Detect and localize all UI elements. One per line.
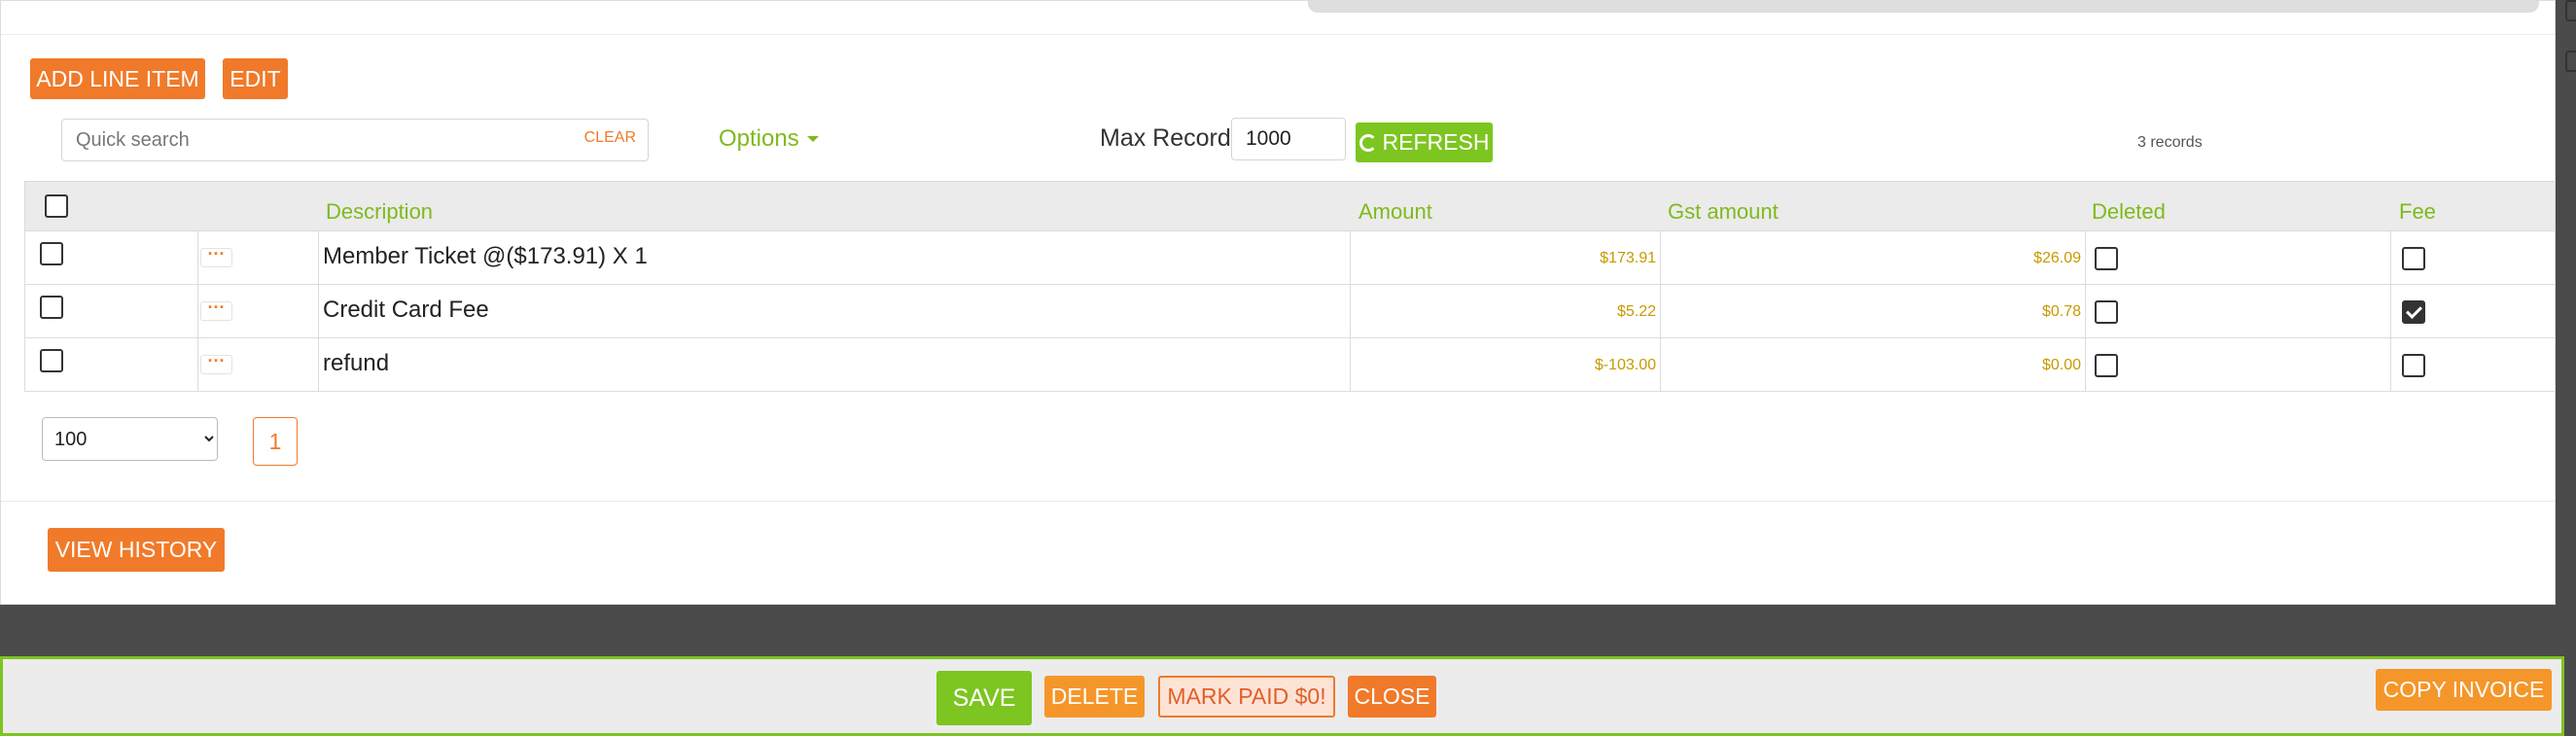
row-amount: $173.91 (1600, 250, 1656, 266)
side-tab-icon[interactable] (2565, 0, 2576, 21)
top-scrollbar[interactable] (1308, 1, 2539, 13)
row-gst-amount: $26.09 (2033, 250, 2081, 266)
row-description: refund (323, 350, 390, 376)
row-deleted-checkbox[interactable] (2095, 354, 2118, 377)
row-gst-amount: $0.78 (2041, 303, 2081, 320)
table-row: ··· Credit Card Fee $5.22 $0.78 (24, 285, 2556, 338)
mark-paid-button[interactable]: MARK PAID $0! (1158, 676, 1335, 718)
copy-invoice-button[interactable]: COPY INVOICE (2376, 669, 2552, 711)
table-row: ··· Member Ticket @($173.91) X 1 $173.91… (24, 231, 2556, 285)
refresh-button[interactable]: REFRESH (1356, 123, 1493, 162)
row-amount: $-103.00 (1594, 357, 1656, 373)
row-select-checkbox[interactable] (40, 349, 63, 372)
line-items-table: Description Amount Gst amount Deleted Fe… (24, 181, 2556, 393)
row-fee-checkbox[interactable] (2402, 300, 2425, 324)
view-history-button[interactable]: VIEW HISTORY (48, 528, 225, 572)
row-deleted-checkbox[interactable] (2095, 247, 2118, 270)
header-gst-amount[interactable]: Gst amount (1668, 199, 1779, 225)
row-description: Member Ticket @($173.91) X 1 (323, 243, 648, 269)
header-deleted[interactable]: Deleted (2092, 199, 2166, 225)
table-header: Description Amount Gst amount Deleted Fe… (24, 181, 2556, 231)
quick-search: CLEAR (61, 119, 649, 161)
header-fee[interactable]: Fee (2399, 199, 2436, 225)
row-actions-icon[interactable]: ··· (200, 352, 232, 374)
refresh-icon (1359, 133, 1377, 152)
delete-button[interactable]: DELETE (1044, 676, 1145, 718)
clear-search-button[interactable]: CLEAR (584, 129, 636, 147)
row-fee-checkbox[interactable] (2402, 247, 2425, 270)
row-deleted-checkbox[interactable] (2095, 300, 2118, 324)
row-actions-icon[interactable]: ··· (200, 298, 232, 321)
add-line-item-button[interactable]: ADD LINE ITEM (30, 58, 205, 99)
divider (1, 34, 2555, 35)
row-amount: $5.22 (1616, 303, 1656, 320)
invoice-panel: ADD LINE ITEM EDIT CLEAR Options Max Rec… (0, 0, 2556, 605)
caret-down-icon (806, 136, 819, 142)
page-1-button[interactable]: 1 (253, 417, 298, 466)
page-size-select[interactable]: 100 (42, 417, 218, 461)
options-label: Options (719, 125, 799, 152)
divider (1, 501, 2555, 502)
refresh-label: REFRESH (1382, 129, 1490, 155)
max-records-input[interactable] (1231, 118, 1346, 160)
options-dropdown[interactable]: Options (719, 125, 819, 153)
save-button[interactable]: SAVE (936, 671, 1032, 725)
header-amount[interactable]: Amount (1359, 199, 1432, 225)
row-description: Credit Card Fee (323, 297, 489, 323)
row-gst-amount: $0.00 (2041, 357, 2081, 373)
record-count: 3 records (2137, 134, 2203, 151)
search-input[interactable] (76, 120, 562, 160)
row-select-checkbox[interactable] (40, 296, 63, 319)
row-fee-checkbox[interactable] (2402, 354, 2425, 377)
close-button[interactable]: CLOSE (1348, 676, 1436, 718)
row-actions-icon[interactable]: ··· (200, 245, 232, 267)
row-select-checkbox[interactable] (40, 242, 63, 265)
select-all-checkbox[interactable] (45, 194, 68, 218)
table-row: ··· refund $-103.00 $0.00 (24, 338, 2556, 392)
header-description[interactable]: Description (326, 199, 433, 225)
side-tab-icon[interactable] (2565, 51, 2576, 72)
max-records-label: Max Records (1100, 124, 1244, 152)
edit-button[interactable]: EDIT (223, 58, 288, 99)
